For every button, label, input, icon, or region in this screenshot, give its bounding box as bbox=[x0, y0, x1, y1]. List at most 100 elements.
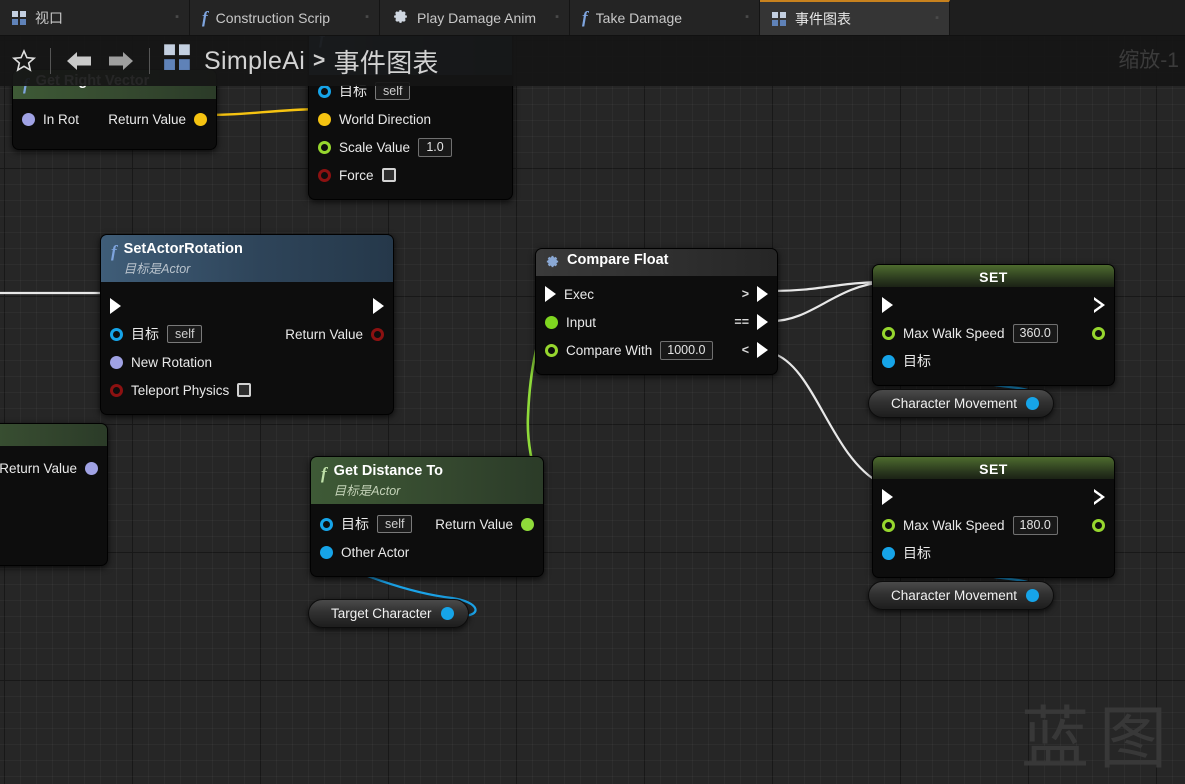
tab-label: Take Damage bbox=[595, 9, 683, 26]
bool-pin-icon[interactable] bbox=[371, 327, 384, 341]
exec-in-pin-icon[interactable] bbox=[882, 489, 893, 505]
node-clipped-return-value[interactable]: Return Value bbox=[0, 423, 108, 566]
node-title: Compare Float bbox=[567, 252, 669, 268]
self-value[interactable]: self bbox=[167, 325, 203, 344]
node-body: In Rot Return Value bbox=[13, 99, 216, 149]
force-checkbox[interactable] bbox=[381, 168, 396, 182]
favorite-star-icon[interactable] bbox=[10, 47, 38, 75]
pin-row: Max Walk Speed 360.0 bbox=[873, 319, 1114, 347]
node-header: f SetActorRotation 目标是Actor bbox=[101, 235, 393, 283]
scale-value-field[interactable]: 1.0 bbox=[418, 137, 453, 157]
pin-label: 目标 bbox=[903, 353, 931, 369]
pin-label: In Rot bbox=[43, 111, 80, 127]
tab-viewport[interactable]: 视口 ▪ bbox=[0, 0, 190, 35]
node-body: Exec > Input == Compare With 1000.0 < bbox=[536, 276, 777, 374]
blueprint-graph-canvas[interactable]: f Get Right Vector In Rot Return Value bbox=[0, 36, 1185, 784]
tab-construction-script[interactable]: f Construction Scrip ▪ bbox=[190, 0, 380, 35]
node-compare-float[interactable]: Compare Float Exec > Input == Compare Wi… bbox=[535, 248, 778, 375]
exec-out-pin-icon[interactable] bbox=[373, 298, 384, 315]
blueprint-grid-icon bbox=[164, 44, 190, 74]
exec-out-pin-icon[interactable] bbox=[757, 286, 768, 302]
close-icon[interactable]: ▪ bbox=[925, 13, 939, 24]
object-pin-icon[interactable] bbox=[320, 517, 333, 531]
float-pin-icon[interactable] bbox=[318, 140, 331, 154]
function-fx-icon: f bbox=[202, 7, 208, 27]
pin-row: Return Value bbox=[0, 454, 107, 482]
close-icon[interactable]: ▪ bbox=[355, 12, 369, 23]
tab-event-graph[interactable]: 事件图表 ▪ bbox=[760, 0, 950, 35]
node-body: 目标 self Return Value New Rotation Telepo… bbox=[101, 282, 393, 414]
pin-row: New Rotation bbox=[101, 348, 393, 376]
exec-out-pin-icon[interactable] bbox=[1094, 297, 1105, 313]
exec-row bbox=[873, 291, 1114, 319]
float-pin-icon[interactable] bbox=[882, 326, 895, 340]
pin-row: Force bbox=[309, 161, 512, 189]
comparison-operator-greater: > bbox=[741, 287, 749, 301]
comparison-operator-less: < bbox=[741, 343, 749, 357]
struct-rotator-pin-icon[interactable] bbox=[85, 461, 98, 475]
exec-in-pin-icon[interactable] bbox=[882, 297, 893, 313]
object-pin-icon[interactable] bbox=[882, 546, 895, 560]
node-subtitle: 目标是Actor bbox=[123, 262, 191, 277]
object-pin-icon[interactable] bbox=[110, 327, 123, 341]
tab-take-damage[interactable]: f Take Damage ▪ bbox=[570, 0, 760, 35]
exec-in-pin-icon[interactable] bbox=[545, 286, 556, 302]
close-icon[interactable]: ▪ bbox=[735, 12, 749, 23]
exec-out-pin-icon[interactable] bbox=[1094, 489, 1105, 505]
pin-label: Return Value bbox=[285, 326, 363, 342]
max-walk-speed-field[interactable]: 360.0 bbox=[1012, 323, 1058, 343]
pin-label: Input bbox=[566, 314, 597, 330]
float-pin-icon[interactable] bbox=[882, 518, 895, 532]
float-out-pin-icon[interactable] bbox=[1092, 326, 1105, 340]
self-value[interactable]: self bbox=[377, 515, 413, 534]
struct-vector-pin-icon[interactable] bbox=[318, 112, 331, 126]
object-pin-icon[interactable] bbox=[440, 607, 454, 620]
struct-vector-pin-icon[interactable] bbox=[194, 112, 207, 126]
node-character-movement-2[interactable]: Character Movement bbox=[868, 581, 1055, 610]
close-icon[interactable]: ▪ bbox=[165, 12, 179, 23]
compare-with-field[interactable]: 1000.0 bbox=[660, 340, 713, 360]
breadcrumb-separator-icon: > bbox=[313, 49, 326, 72]
pin-row-target: 目标 bbox=[873, 347, 1114, 375]
float-pin-icon[interactable] bbox=[545, 315, 558, 329]
tab-play-damage-anim[interactable]: Play Damage Anim ▪ bbox=[380, 0, 570, 35]
object-pin-icon[interactable] bbox=[320, 545, 333, 559]
node-header: Compare Float bbox=[536, 249, 777, 276]
node-body: Max Walk Speed 180.0 目标 bbox=[873, 479, 1114, 577]
close-icon[interactable]: ▪ bbox=[545, 12, 559, 23]
node-target-character[interactable]: Target Character bbox=[308, 599, 469, 628]
back-arrow-icon[interactable] bbox=[63, 46, 97, 76]
node-set-max-walk-speed-1[interactable]: SET Max Walk Speed 360.0 目标 bbox=[872, 264, 1115, 386]
tab-label: 事件图表 bbox=[795, 10, 851, 27]
exec-in-pin-icon[interactable] bbox=[110, 298, 121, 315]
object-pin-icon[interactable] bbox=[318, 84, 331, 98]
node-character-movement-1[interactable]: Character Movement bbox=[868, 389, 1055, 418]
pin-row: World Direction bbox=[309, 105, 512, 133]
exec-out-pin-icon[interactable] bbox=[757, 314, 768, 330]
breadcrumb-root[interactable]: SimpleAi bbox=[204, 47, 305, 76]
node-set-max-walk-speed-2[interactable]: SET Max Walk Speed 180.0 目标 bbox=[872, 456, 1115, 578]
exec-row bbox=[873, 483, 1114, 511]
bool-pin-icon[interactable] bbox=[318, 168, 331, 182]
float-pin-icon[interactable] bbox=[521, 517, 534, 531]
function-fx-icon: f bbox=[321, 464, 327, 483]
object-pin-icon[interactable] bbox=[1026, 397, 1040, 410]
object-pin-icon[interactable] bbox=[1026, 589, 1040, 602]
float-out-pin-icon[interactable] bbox=[1092, 518, 1105, 532]
node-set-actor-rotation[interactable]: f SetActorRotation 目标是Actor 目标 self Retu… bbox=[100, 234, 394, 416]
float-pin-icon[interactable] bbox=[545, 343, 558, 357]
teleport-physics-checkbox[interactable] bbox=[237, 383, 252, 398]
node-title: SET bbox=[979, 461, 1008, 477]
exec-out-pin-icon[interactable] bbox=[757, 342, 768, 358]
breadcrumb-current[interactable]: 事件图表 bbox=[334, 43, 439, 80]
struct-rotator-pin-icon[interactable] bbox=[110, 355, 123, 369]
max-walk-speed-field[interactable]: 180.0 bbox=[1012, 515, 1058, 535]
struct-rotator-pin-icon[interactable] bbox=[22, 112, 35, 126]
pin-row: Exec > bbox=[536, 280, 777, 308]
forward-arrow-icon[interactable] bbox=[103, 46, 137, 76]
bool-pin-icon[interactable] bbox=[110, 383, 123, 397]
pin-row: Compare With 1000.0 < bbox=[536, 336, 777, 364]
object-pin-icon[interactable] bbox=[882, 354, 895, 368]
node-get-distance-to[interactable]: f Get Distance To 目标是Actor 目标 self Retur… bbox=[310, 456, 544, 578]
pin-label: 目标 bbox=[131, 326, 159, 343]
